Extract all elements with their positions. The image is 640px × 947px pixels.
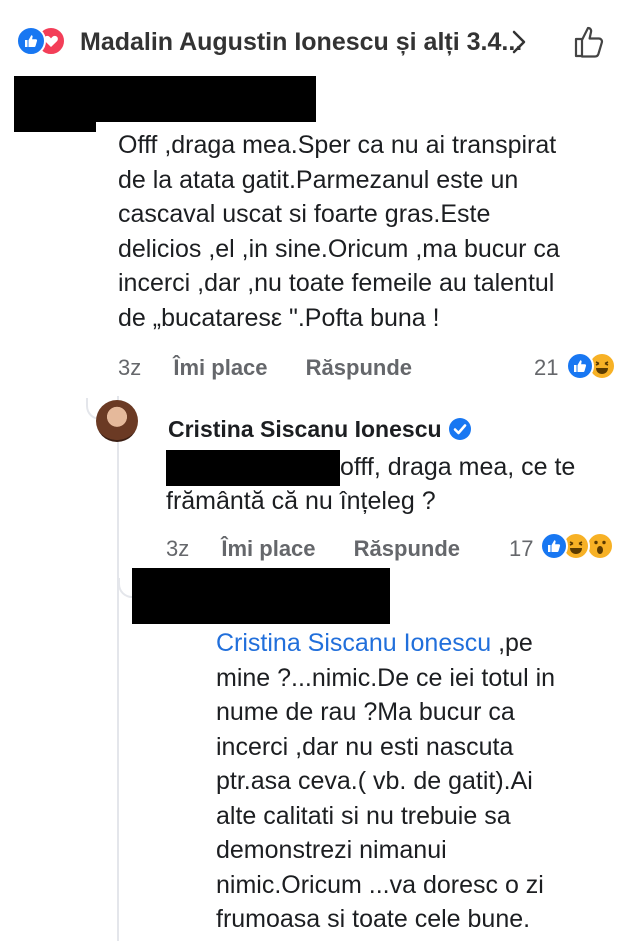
like-link[interactable]: Îmi place: [173, 355, 267, 380]
comment-body: Offf ,draga mea.Sper ca nu ai transpirat…: [118, 128, 618, 335]
like-button-icon[interactable]: [570, 22, 610, 62]
like-reaction-icon: [16, 26, 46, 56]
comment-time: 3z: [118, 355, 142, 380]
thread-line: [117, 396, 119, 941]
comment-line: mine ?...nimic.De ce iei totul in: [216, 663, 556, 692]
mention-link[interactable]: Cristina Siscanu Ionescu: [216, 629, 491, 657]
comment-line: de „bucataresε ".Pofta buna !: [118, 303, 440, 332]
comment-line: nimic.Oricum ...va doresc o zi: [216, 870, 544, 899]
like-icon: [566, 352, 594, 380]
like-icon: [540, 532, 568, 560]
reply-link[interactable]: Răspunde: [306, 355, 412, 380]
like-link[interactable]: Îmi place: [221, 536, 315, 561]
wow-icon: [586, 532, 614, 560]
reply-actions: 3z Îmi place Răspunde: [166, 536, 460, 562]
redacted-mention: [166, 450, 340, 486]
comment-line: incerci ,dar ,nu toate femeile au talent…: [118, 269, 555, 297]
reply-link[interactable]: Răspunde: [354, 536, 460, 561]
comment-actions: 3z Îmi place Răspunde: [118, 355, 412, 381]
chevron-right-icon[interactable]: [508, 28, 530, 56]
reply2-body: Cristina Siscanu Ionescu ,pe mine ?...ni…: [216, 626, 616, 937]
comment-line: nume de rau ?Ma bucur ca: [216, 698, 515, 726]
reply-text-line2: frământă că nu înțeleg ?: [166, 487, 436, 515]
comment-line: cascaval uscat si foarte gras.Este: [118, 200, 491, 228]
comment-line: frumoasa si toate cele bune.: [216, 905, 531, 933]
reply-text-line1: offf, draga mea, ce te: [340, 453, 576, 481]
redacted-author: [132, 568, 390, 624]
comment-line: incerci ,dar nu esti nascuta: [216, 732, 514, 761]
comment-reactions[interactable]: [566, 352, 626, 382]
comment-line: demonstrezi nimanui: [216, 836, 447, 864]
comment-line: de la atata gatit.Parmezanul este un: [118, 165, 519, 194]
avatar[interactable]: [96, 400, 138, 442]
reaction-count[interactable]: 17: [509, 536, 533, 562]
comment-line: ptr.asa ceva.( vb. de gatit).Ai: [216, 767, 533, 795]
comment-line: delicios ,el ,in sine.Oricum ,ma bucur c…: [118, 234, 560, 263]
redacted-author-name: [96, 76, 316, 122]
reply-reactions[interactable]: [540, 532, 624, 562]
reply2-first-line-text: ,pe: [491, 629, 533, 657]
comment-line: alte calitati si nu trebuie sa: [216, 801, 511, 830]
reply-time: 3z: [166, 536, 190, 561]
reply2-first-line: Cristina Siscanu Ionescu ,pe: [216, 626, 616, 661]
redacted-avatar: [14, 76, 96, 132]
reactors-summary-text[interactable]: Madalin Augustin Ionescu și alți 3.4...: [80, 28, 522, 57]
verified-badge-icon: [449, 418, 471, 440]
reaction-count[interactable]: 21: [534, 355, 558, 381]
reply-author-name[interactable]: Cristina Siscanu Ionescu: [168, 416, 442, 443]
comment-line: Offf ,draga mea.Sper ca nu ai transpirat: [118, 131, 557, 159]
reaction-summary[interactable]: [16, 26, 76, 56]
